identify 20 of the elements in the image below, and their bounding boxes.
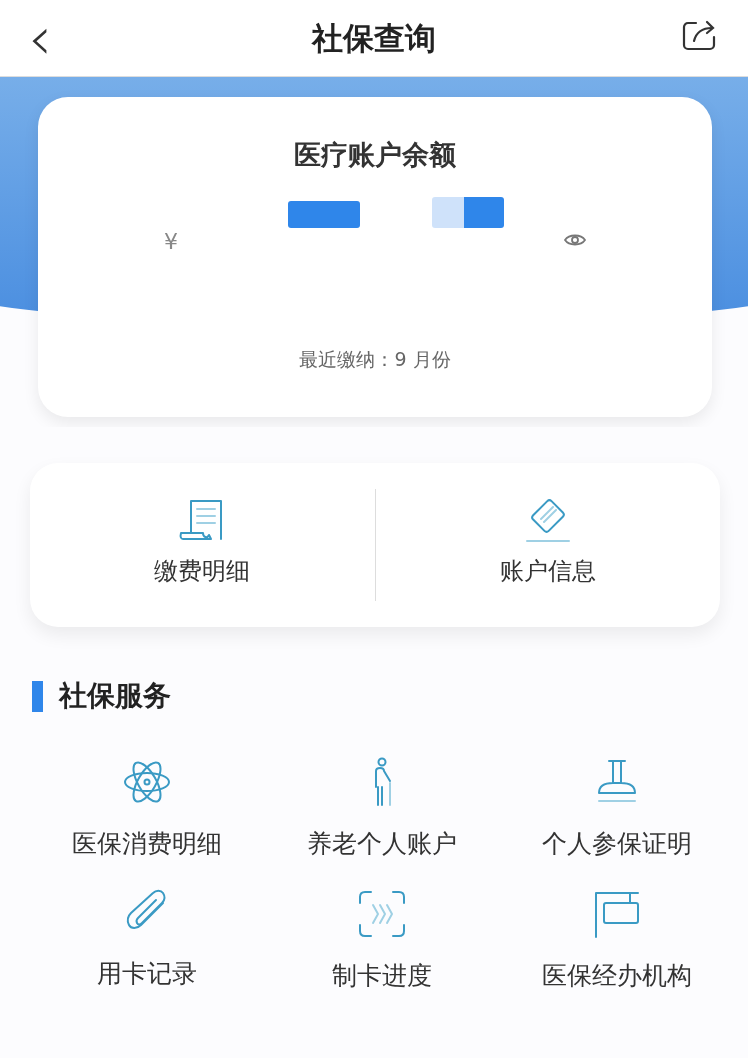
service-button[interactable]: 个人参保证明 — [499, 757, 734, 863]
balance-title: 医疗账户余额 — [294, 139, 456, 170]
scan-frame-icon — [357, 888, 407, 939]
card-icon — [524, 499, 571, 543]
page-title: 社保查询 — [312, 18, 436, 58]
last-payment-text: 最近缴纳：9 月份 — [299, 347, 451, 370]
currency-symbol: ¥ — [164, 228, 178, 256]
redaction-block — [288, 201, 360, 228]
quick-action-button[interactable]: 缴费明细 — [30, 463, 375, 627]
redaction-block — [432, 197, 504, 228]
service-button[interactable]: 养老个人账户 — [264, 757, 500, 863]
section-title: 社保服务 — [59, 678, 171, 714]
service-button[interactable]: 用卡记录 — [30, 888, 265, 994]
service-button[interactable]: 医保经办机构 — [499, 888, 734, 994]
service-button[interactable]: 医保消费明细 — [30, 757, 265, 863]
quick-action-button[interactable]: 账户信息 — [375, 463, 720, 627]
service-button[interactable]: 制卡进度 — [264, 888, 500, 994]
back-button[interactable]: ‹ — [28, 8, 52, 68]
section-marker — [32, 680, 43, 712]
eye-icon[interactable] — [564, 233, 586, 247]
